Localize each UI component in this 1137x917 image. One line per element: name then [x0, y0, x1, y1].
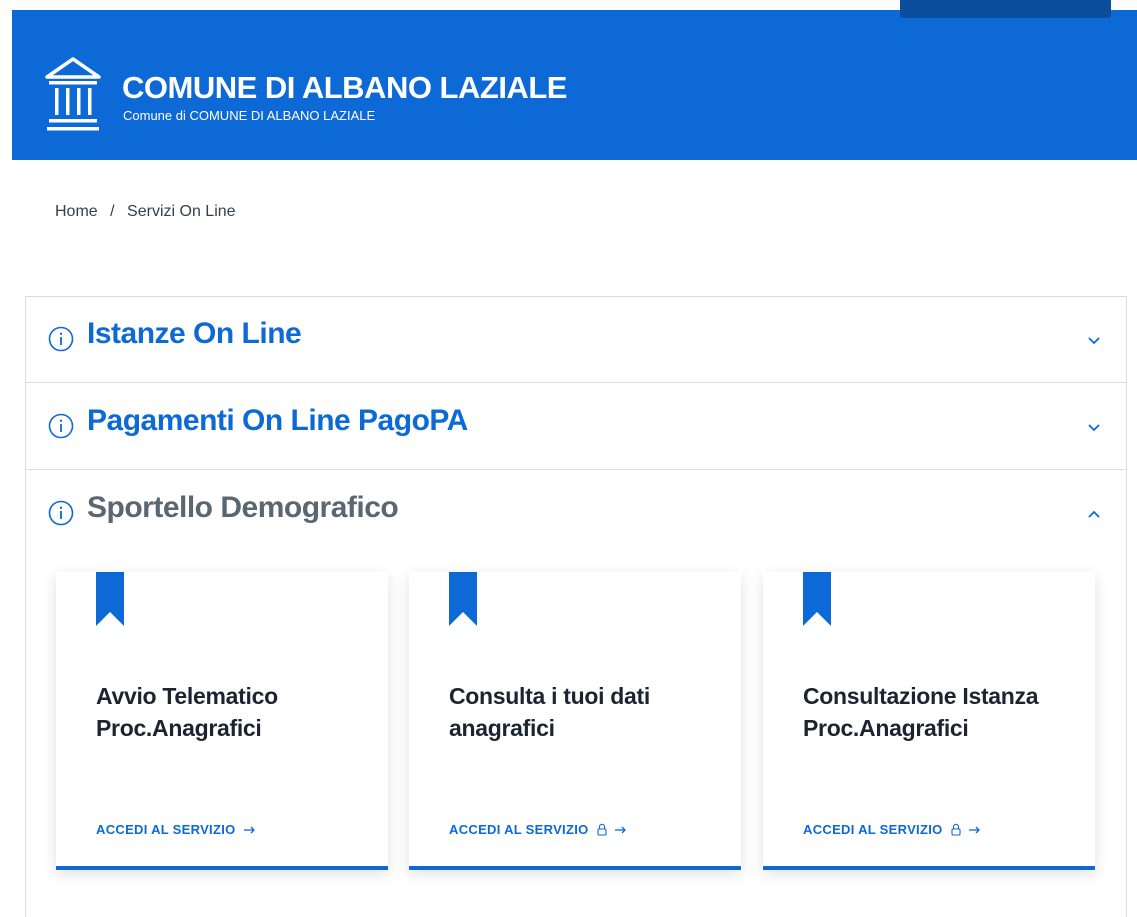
card-title[interactable]: Avvio Telematico Proc.Anagrafici [96, 680, 346, 744]
access-service-link[interactable]: ACCEDI AL SERVIZIO [803, 822, 981, 837]
service-card: Consulta i tuoi dati anagrafici ACCEDI A… [409, 572, 741, 870]
site-subtitle: Comune di COMUNE DI ALBANO LAZIALE [123, 108, 376, 123]
arrow-right-icon [614, 825, 627, 835]
bookmark-icon [96, 572, 124, 626]
chevron-down-icon [1087, 420, 1101, 434]
bookmark-icon [449, 572, 477, 626]
top-bar-tab[interactable] [900, 0, 1111, 18]
breadcrumb-current: Servizi On Line [127, 203, 236, 220]
info-icon [48, 326, 74, 352]
chevron-down-icon [1087, 333, 1101, 347]
info-icon [48, 413, 74, 439]
lock-icon [596, 823, 607, 836]
info-icon [48, 500, 74, 526]
arrow-right-icon [968, 825, 981, 835]
card-title[interactable]: Consulta i tuoi dati anagrafici [449, 680, 699, 744]
site-title[interactable]: COMUNE DI ALBANO LAZIALE [122, 70, 567, 106]
accordion-title: Sportello Demografico [87, 491, 399, 524]
breadcrumb-home-link[interactable]: Home [55, 203, 98, 220]
accordion-title: Pagamenti On Line PagoPA [87, 404, 468, 437]
chevron-up-icon [1087, 507, 1101, 521]
service-card: Avvio Telematico Proc.Anagrafici ACCEDI … [56, 572, 388, 870]
access-service-link[interactable]: ACCEDI AL SERVIZIO [449, 822, 627, 837]
lock-icon [950, 823, 961, 836]
accordion-header-istanze[interactable]: Istanze On Line [26, 297, 1126, 383]
bookmark-icon [803, 572, 831, 626]
accordion-title: Istanze On Line [87, 317, 302, 350]
access-service-label: ACCEDI AL SERVIZIO [96, 822, 236, 837]
card-title[interactable]: Consultazione Istanza Proc.Anagrafici [803, 680, 1053, 744]
breadcrumb-separator: / [110, 203, 115, 220]
breadcrumb: Home / Servizi On Line [55, 203, 236, 221]
access-service-link[interactable]: ACCEDI AL SERVIZIO [96, 822, 256, 837]
site-header: COMUNE DI ALBANO LAZIALE Comune di COMUN… [12, 10, 1137, 160]
accordion-header-sportello[interactable]: Sportello Demografico [26, 471, 1126, 557]
arrow-right-icon [243, 825, 256, 835]
access-service-label: ACCEDI AL SERVIZIO [449, 822, 589, 837]
access-service-label: ACCEDI AL SERVIZIO [803, 822, 943, 837]
service-card: Consultazione Istanza Proc.Anagrafici AC… [763, 572, 1095, 870]
accordion-header-pagamenti[interactable]: Pagamenti On Line PagoPA [26, 384, 1126, 470]
town-hall-icon[interactable] [45, 55, 101, 135]
